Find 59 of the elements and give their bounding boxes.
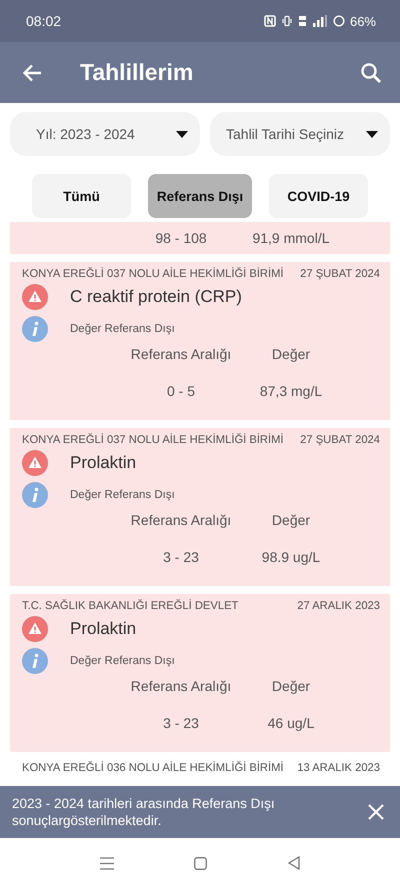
menu-icon[interactable]: [100, 856, 114, 870]
test-name: Prolaktin: [70, 619, 136, 639]
signal-icon: [312, 15, 328, 27]
filter-tab[interactable]: COVID-19: [269, 174, 368, 218]
range-label: Referans Aralığı: [130, 512, 232, 528]
test-name: Prolaktin: [70, 453, 136, 473]
back-arrow-icon[interactable]: [22, 64, 42, 82]
result-card[interactable]: 98 - 108 91,9 mmol/L: [10, 222, 390, 254]
vibrate-icon: [280, 15, 293, 27]
institution-name: KONYA EREĞLİ 037 NOLU AİLE HEKİMLİĞİ BİRİMİ: [22, 434, 284, 446]
result-value: 98.9 ug/L: [260, 549, 322, 565]
battery-icon: [332, 15, 345, 27]
back-icon[interactable]: [288, 856, 300, 870]
range-value: 3 - 23: [162, 549, 200, 565]
result-date: 27 ŞUBAT 2024: [300, 268, 380, 280]
institution-name: KONYA EREĞLİ 037 NOLU AİLE HEKİMLİĞİ BİRİMİ: [22, 268, 284, 280]
result-card[interactable]: KONYA EREĞLİ 037 NOLU AİLE HEKİMLİĞİ BİRİMİ 27 ŞUBAT 2024 C reaktif protein (CRP) Değer Referans Dışı Referans Aralığı Değer 0 - 5 87,3 mg/L: [10, 262, 390, 420]
range-value: 0 - 5: [166, 383, 196, 399]
nfc-icon: [264, 15, 276, 27]
range-value: 98 - 108: [154, 230, 208, 246]
range-label: Referans Aralığı: [130, 346, 232, 362]
status-time: 08:02: [26, 13, 62, 29]
filter-tab[interactable]: Tümü: [32, 174, 131, 218]
snackbar-message: 2023 - 2024 tarihleri arasında Referans Dışı sonuçlargösterilmektedir.: [12, 795, 276, 829]
info-icon: [22, 648, 48, 674]
range-value: 3 - 23: [162, 715, 200, 731]
warning-icon: [22, 616, 48, 642]
result-value: 91,9 mmol/L: [251, 230, 331, 246]
result-card[interactable]: T.C. SAĞLIK BAKANLIĞI EREĞLİ DEVLET 27 ARALIK 2023 Prolaktin Değer Referans Dışı Referans Aralığı Değer 3 - 23 46 ug/L: [10, 594, 390, 752]
dropdown-caret-icon: [366, 130, 378, 138]
result-value: 46 ug/L: [266, 715, 316, 731]
dropdown[interactable]: Yıl: 2023 - 2024: [10, 112, 200, 156]
result-date: 27 ŞUBAT 2024: [300, 434, 380, 446]
test-name: C reaktif protein (CRP): [70, 287, 242, 307]
page-title: Tahlillerim: [80, 59, 194, 86]
value-label: Değer: [270, 346, 312, 362]
result-status: Değer Referans Dışı: [70, 323, 175, 335]
institution-name: T.C. SAĞLIK BAKANLIĞI EREĞLİ DEVLET: [22, 600, 238, 612]
home-icon[interactable]: [194, 856, 208, 870]
value-label: Değer: [270, 678, 312, 694]
search-icon[interactable]: [360, 62, 382, 84]
result-value: 87,3 mg/L: [258, 383, 324, 399]
battery-percent: 66%: [350, 14, 376, 28]
institution-name: KONYA EREĞLİ 036 NOLU AİLE HEKİMLİĞİ BİRİMİ: [22, 762, 284, 774]
dropdown-caret-icon: [176, 130, 188, 138]
info-icon: [22, 316, 48, 342]
close-icon[interactable]: [368, 804, 384, 820]
filter-tab[interactable]: Referans Dışı: [148, 174, 252, 218]
result-date: 13 ARALIK 2023: [297, 762, 380, 774]
dropdown[interactable]: Tahlil Tarihi Seçiniz: [210, 112, 390, 156]
result-status: Değer Referans Dışı: [70, 489, 175, 501]
result-status: Değer Referans Dışı: [70, 655, 175, 667]
warning-icon: [22, 284, 48, 310]
range-label: Referans Aralığı: [130, 678, 232, 694]
result-card[interactable]: KONYA EREĞLİ 037 NOLU AİLE HEKİMLİĞİ BİRİMİ 27 ŞUBAT 2024 Prolaktin Değer Referans Dışı Referans Aralığı Değer 3 - 23 98.9 ug/L: [10, 428, 390, 586]
warning-icon: [22, 450, 48, 476]
info-icon: [22, 482, 48, 508]
result-date: 27 ARALIK 2023: [297, 600, 380, 612]
value-label: Değer: [270, 512, 312, 528]
